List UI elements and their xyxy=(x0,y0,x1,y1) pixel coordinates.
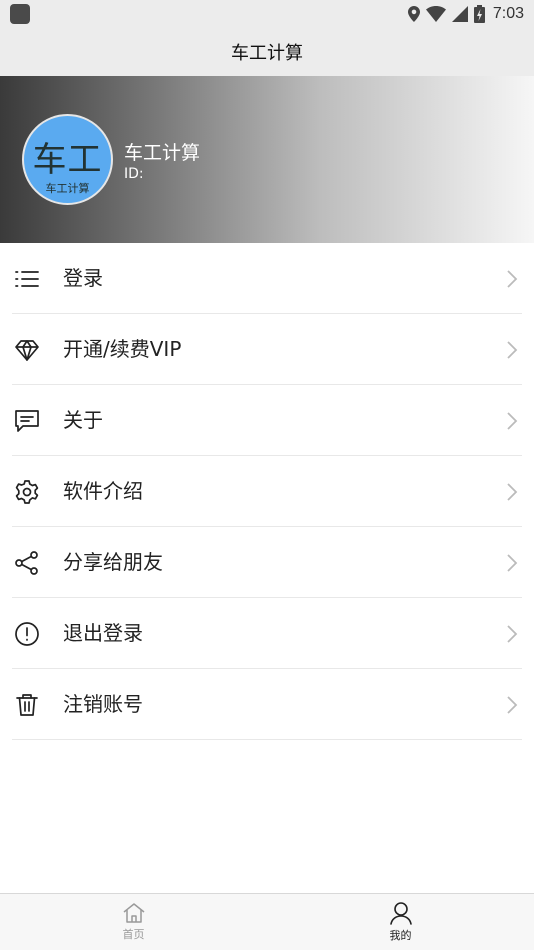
menu-item-label: 关于 xyxy=(63,408,103,432)
avatar-logo-text: 车工 xyxy=(32,140,103,180)
diamond-icon xyxy=(15,340,39,361)
menu-item-share[interactable]: 分享给朋友 xyxy=(0,527,534,598)
gear-icon xyxy=(15,480,39,504)
cell-signal-icon xyxy=(451,6,468,22)
tab-home[interactable]: 首页 xyxy=(0,894,267,950)
location-icon xyxy=(407,6,420,22)
chevron-right-icon xyxy=(507,341,518,359)
bottom-tab-bar: 首页 我的 xyxy=(0,893,534,950)
trash-icon xyxy=(16,694,38,716)
chevron-right-icon xyxy=(507,483,518,501)
wifi-icon xyxy=(425,6,446,22)
status-bar: 7:03 xyxy=(0,0,534,28)
tab-label: 我的 xyxy=(389,929,412,942)
chevron-right-icon xyxy=(507,554,518,572)
menu-item-label: 注销账号 xyxy=(63,692,143,716)
menu-item-delete-account[interactable]: 注销账号 xyxy=(0,669,534,740)
page-title: 车工计算 xyxy=(231,43,303,64)
app-notification-icon xyxy=(10,4,30,24)
menu-list: 登录 开通/续费VIP 关于 软件介绍 分享给朋友 退出登录 注销账号 xyxy=(0,243,534,740)
message-icon xyxy=(15,410,39,432)
alert-circle-icon xyxy=(15,622,39,646)
title-bar: 车工计算 xyxy=(0,28,534,76)
profile-name: 车工计算 xyxy=(124,142,201,164)
menu-item-vip[interactable]: 开通/续费VIP xyxy=(0,314,534,385)
avatar[interactable]: 车工 车工计算 xyxy=(22,114,113,205)
profile-header: 车工 车工计算 车工计算 ID: xyxy=(0,76,534,243)
status-time: 7:03 xyxy=(492,5,524,22)
menu-item-about[interactable]: 关于 xyxy=(0,385,534,456)
divider xyxy=(12,739,522,740)
chevron-right-icon xyxy=(507,270,518,288)
chevron-right-icon xyxy=(507,412,518,430)
status-indicators: 7:03 xyxy=(407,4,524,24)
avatar-logo-subtext: 车工计算 xyxy=(45,182,90,195)
chevron-right-icon xyxy=(507,625,518,643)
user-icon xyxy=(389,902,412,925)
menu-item-logout[interactable]: 退出登录 xyxy=(0,598,534,669)
battery-charging-icon xyxy=(473,5,485,23)
menu-item-login[interactable]: 登录 xyxy=(0,243,534,314)
menu-item-label: 登录 xyxy=(63,266,103,290)
tab-label: 首页 xyxy=(122,928,145,941)
menu-item-label: 软件介绍 xyxy=(63,479,143,503)
chevron-right-icon xyxy=(507,696,518,714)
menu-item-intro[interactable]: 软件介绍 xyxy=(0,456,534,527)
menu-item-label: 分享给朋友 xyxy=(63,550,163,574)
menu-item-label: 开通/续费VIP xyxy=(63,337,182,361)
home-icon xyxy=(123,903,144,923)
menu-item-label: 退出登录 xyxy=(63,621,143,645)
list-icon xyxy=(15,271,39,287)
profile-id: ID: xyxy=(124,166,144,182)
tab-mine[interactable]: 我的 xyxy=(267,894,534,950)
share-icon xyxy=(15,551,38,575)
